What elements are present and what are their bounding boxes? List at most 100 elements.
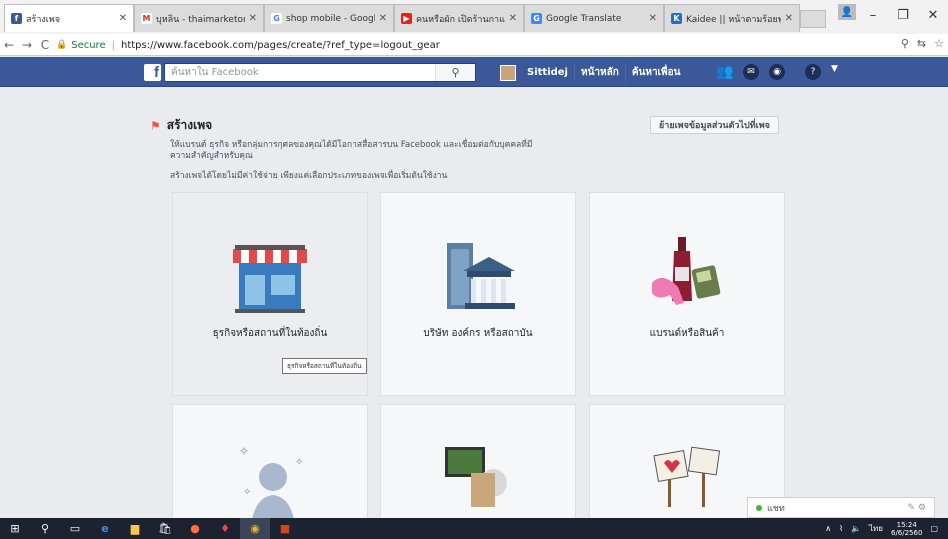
page-description: ให้แบรนด์ ธุรกิจ หรือกลุ่มการกุศลของคุณไ… — [170, 140, 570, 162]
building-icon — [447, 243, 515, 309]
tab-label: บุหลิน - thaimarketonline — [156, 14, 245, 25]
description-line: ความสำคัญสำหรับคุณ — [170, 151, 253, 161]
close-window-icon[interactable]: ✕ — [918, 0, 948, 30]
network-icon[interactable]: ⌇ — [839, 524, 843, 533]
language-indicator[interactable]: ไทย — [869, 522, 883, 535]
maximize-icon[interactable]: ❐ — [888, 0, 918, 30]
profile-link[interactable]: Sittidej — [521, 65, 575, 80]
storefront-icon — [233, 245, 307, 313]
time-text: 15:24 — [896, 520, 917, 529]
bookmark-star-icon[interactable]: ☆ — [934, 37, 944, 50]
tab-label: คนหรือผัก เปิดร้านกาแฟ — [416, 14, 505, 25]
entertainment-icon — [445, 447, 507, 507]
facebook-header: f ค้นหาใน Facebook ⚲ Sittidej หน้าหลัก ค… — [0, 57, 948, 87]
windows-start-icon[interactable]: ⊞ — [0, 518, 30, 539]
minimize-icon[interactable]: – — [858, 0, 888, 30]
avatar[interactable] — [500, 64, 516, 81]
clock[interactable]: 15:24 6/6/2560 — [891, 521, 922, 537]
tab-create-page[interactable]: f สร้างเพจ ✕ — [4, 4, 134, 32]
card-entertainment[interactable] — [380, 404, 576, 524]
windows-taskbar: ⊞ ⚲ ▭ e ▆ 🛍 ● ♦ ◉ ■ ∧ ⌇ 🔈 ไทย 15:24 6/6/… — [0, 518, 948, 539]
search-icon[interactable]: ⚲ — [435, 64, 475, 81]
volume-icon[interactable]: 🔈 — [851, 524, 861, 533]
chat-settings-icon[interactable]: ⚙ — [918, 503, 926, 513]
new-tab-button[interactable] — [800, 10, 826, 28]
google-icon: G — [271, 13, 282, 24]
kaidee-icon: K — [671, 13, 682, 24]
account-menu-icon[interactable]: ▼ — [831, 64, 838, 80]
tab-google-translate[interactable]: G Google Translate ✕ — [524, 4, 664, 32]
tray-expand-icon[interactable]: ∧ — [825, 524, 831, 533]
find-friends-link[interactable]: ค้นหาเพื่อน — [626, 63, 687, 82]
tab-label: Google Translate — [546, 13, 622, 24]
svg-text:✧: ✧ — [239, 444, 249, 458]
lock-icon: 🔒 — [56, 40, 68, 50]
address-bar: ← → C 🔒 Secure | https://www.facebook.co… — [0, 34, 948, 56]
app-icon[interactable]: ♦ — [210, 518, 240, 539]
page-title: ⚑ สร้างเพจ — [150, 116, 212, 135]
description-line: ให้แบรนด์ ธุรกิจ หรือกลุ่มการกุศลของคุณไ… — [170, 140, 533, 150]
edge-browser-icon[interactable]: e — [90, 518, 120, 539]
online-status-icon — [756, 504, 762, 511]
powerpoint-icon[interactable]: ■ — [270, 518, 300, 539]
facebook-icon: f — [11, 13, 22, 24]
friend-requests-icon[interactable]: 👥 — [716, 64, 733, 80]
date-text: 6/6/2560 — [890, 528, 923, 537]
card-label: บริษัท องค์กร หรือสถาบัน — [423, 328, 533, 339]
close-icon[interactable]: ✕ — [509, 13, 517, 24]
search-icon[interactable]: ⚲ — [30, 518, 60, 539]
back-icon[interactable]: ← — [0, 38, 18, 52]
chat-label: แชท — [767, 503, 785, 514]
translate-page-icon[interactable]: ⇆ — [917, 37, 926, 50]
tab-label: shop mobile - Google S — [286, 13, 375, 24]
close-icon[interactable]: ✕ — [785, 13, 793, 24]
tab-kaidee[interactable]: K Kaidee || หน้าตามร้อยพูดอ ✕ — [664, 4, 800, 32]
close-icon[interactable]: ✕ — [379, 13, 387, 24]
tab-gmail[interactable]: M บุหลิน - thaimarketonline ✕ — [134, 4, 264, 32]
chrome-icon[interactable]: ◉ — [240, 518, 270, 539]
page-subdescription: สร้างเพจได้โดยไม่มีค่าใช้จ่าย เพียงแค่เล… — [170, 171, 448, 181]
url-text: https://www.facebook.com/pages/create/?r… — [120, 39, 440, 51]
extension-icon[interactable]: ⚲ — [901, 37, 909, 50]
reload-icon[interactable]: C — [36, 38, 54, 52]
cause-icon — [653, 446, 721, 507]
svg-text:✧: ✧ — [243, 487, 251, 498]
gmail-icon: M — [141, 13, 152, 24]
close-icon[interactable]: ✕ — [119, 13, 127, 24]
tab-youtube[interactable]: ▶ คนหรือผัก เปิดร้านกาแฟ ✕ — [394, 4, 524, 32]
help-icon[interactable]: ? — [805, 64, 821, 80]
store-icon[interactable]: 🛍 — [150, 518, 180, 539]
flag-icon: ⚑ — [150, 118, 161, 133]
close-icon[interactable]: ✕ — [249, 13, 257, 24]
youtube-icon: ▶ — [401, 13, 412, 24]
chat-bar[interactable]: แชท ✎ ⚙ — [747, 497, 935, 518]
action-center-icon[interactable]: ▢ — [930, 524, 938, 533]
move-profile-to-page-button[interactable]: ย้ายเพจข้อมูลส่วนตัวไปที่เพจ — [650, 116, 779, 134]
facebook-logo-icon[interactable]: f — [144, 64, 161, 81]
card-company[interactable]: บริษัท องค์กร หรือสถาบัน — [380, 192, 576, 396]
secure-label: Secure — [71, 39, 106, 51]
tooltip: ธุรกิจหรือสถานที่ในท้องถิ่น — [282, 358, 367, 374]
tab-label: สร้างเพจ — [26, 14, 61, 25]
profile-icon[interactable]: 👤 — [838, 4, 856, 20]
card-label: แบรนด์หรือสินค้า — [649, 328, 725, 339]
messages-icon[interactable]: ✉ — [743, 64, 759, 80]
forward-icon[interactable]: → — [18, 38, 36, 52]
task-view-icon[interactable]: ▭ — [60, 518, 90, 539]
notifications-icon[interactable]: ◉ — [769, 64, 785, 80]
file-explorer-icon[interactable]: ▆ — [120, 518, 150, 539]
home-link[interactable]: หน้าหลัก — [575, 63, 626, 82]
firefox-icon[interactable]: ● — [180, 518, 210, 539]
tab-google-search[interactable]: G shop mobile - Google S ✕ — [264, 4, 394, 32]
public-figure-icon: ✧ ✧ ✧ — [239, 444, 303, 525]
search-placeholder: ค้นหาใน Facebook — [171, 67, 259, 78]
products-icon — [652, 237, 721, 305]
translate-icon: G — [531, 13, 542, 24]
facebook-search-input[interactable]: ค้นหาใน Facebook ⚲ — [164, 63, 476, 82]
card-public-figure[interactable]: ✧ ✧ ✧ — [172, 404, 368, 525]
card-brand-product[interactable]: แบรนด์หรือสินค้า — [589, 192, 785, 396]
new-message-icon[interactable]: ✎ — [908, 503, 916, 513]
card-label: ธุรกิจหรือสถานที่ในท้องถิ่น — [212, 328, 328, 339]
url-input[interactable]: 🔒 Secure | https://www.facebook.com/page… — [56, 36, 876, 54]
close-icon[interactable]: ✕ — [649, 13, 657, 24]
